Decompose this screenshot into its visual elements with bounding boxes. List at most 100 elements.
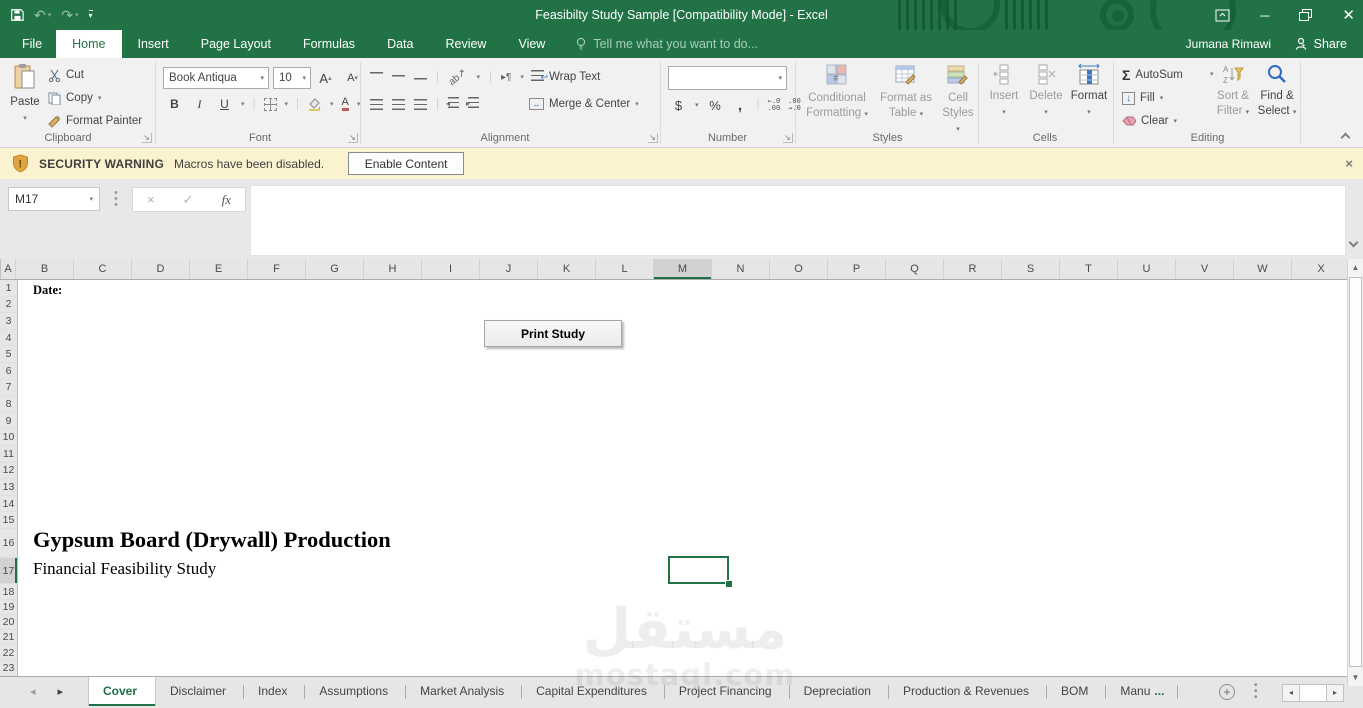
format-painter-button[interactable]: Format Painter [48,111,142,131]
insert-function-icon[interactable]: fx [222,192,231,208]
sort-filter-button[interactable]: AZ Sort & Filter ▾ [1212,63,1254,119]
copy-button[interactable]: Copy ▾ [48,88,101,108]
column-header[interactable]: F [248,259,306,279]
close-icon[interactable]: ✕ [1342,8,1355,23]
sheet-tab[interactable]: Production & Revenues [889,677,1048,706]
column-header[interactable]: N [712,259,770,279]
row-header[interactable]: 8 [0,396,17,413]
vertical-scrollbar[interactable]: ▲ ▼ [1347,259,1363,686]
print-study-button[interactable]: Print Study [484,320,622,347]
cell-styles-button[interactable]: Cell Styles ▾ [939,63,977,136]
sheet-tab[interactable]: Assumptions [305,677,406,706]
sheet-tab[interactable]: Project Financing [665,677,790,706]
row-header[interactable]: 10 [0,429,17,446]
column-header[interactable]: D [132,259,190,279]
align-center-icon[interactable] [392,98,405,110]
align-left-icon[interactable] [370,98,383,110]
accounting-format-icon[interactable]: $ [670,96,687,114]
scroll-up-icon[interactable]: ▲ [1348,259,1363,276]
customize-qat-icon[interactable]: ▾ [88,10,93,20]
column-header[interactable]: X [1292,259,1350,279]
share-button[interactable]: Share [1284,30,1357,58]
next-sheet-icon[interactable]: ▸ [58,685,64,698]
borders-icon[interactable] [263,97,277,111]
font-color-dropdown-icon[interactable]: ▾ [357,100,361,108]
selected-cell-m17[interactable] [668,556,732,587]
column-header[interactable]: C [74,259,132,279]
row-header[interactable]: 19 [0,600,17,615]
column-header[interactable]: V [1176,259,1234,279]
sheet-tab[interactable]: Index [244,677,306,706]
format-cells-button[interactable]: Format ▾ [1069,63,1109,118]
row-header[interactable]: 6 [0,363,17,380]
find-select-button[interactable]: Find & Select ▾ [1256,63,1298,119]
sheet-tab[interactable]: Disclaimer [156,677,245,706]
scroll-right-icon[interactable]: ▸ [1327,685,1343,701]
column-header[interactable]: J [480,259,538,279]
alignment-dialog-launcher[interactable]: ↘ [648,133,658,143]
italic-button[interactable]: I [191,95,208,113]
fill-handle[interactable] [726,581,732,587]
fill-button[interactable]: ↓ Fill ▾ [1122,88,1163,108]
row-header[interactable]: 18 [0,584,17,600]
sheet-tab[interactable]: Manu... [1106,677,1179,706]
undo-icon[interactable]: ↶ ▾ [34,8,51,22]
column-header[interactable]: T [1060,259,1118,279]
column-header[interactable]: W [1234,259,1292,279]
font-size-combo[interactable]: 10 ▾ [273,67,311,89]
row-header[interactable]: 21 [0,630,17,646]
row-header[interactable]: 2 [0,297,17,314]
row-header[interactable]: 14 [0,496,17,513]
text-direction-icon[interactable]: ▸¶ [501,72,511,83]
ribbon-tab[interactable]: Page Layout [185,30,287,58]
row-header[interactable]: 17 [0,558,17,585]
comma-style-icon[interactable]: , [732,96,749,114]
scroll-down-icon[interactable]: ▼ [1348,669,1363,686]
row-header[interactable]: 9 [0,413,17,430]
ribbon-tab[interactable]: Review [429,30,502,58]
accounting-dropdown-icon[interactable]: ▾ [695,101,699,109]
font-name-combo[interactable]: Book Antiqua ▾ [163,67,269,89]
save-icon[interactable] [10,8,24,22]
account-name[interactable]: Jumana Rimawi [1186,30,1271,58]
ribbon-tab[interactable]: Home [56,30,122,58]
insert-cells-button[interactable]: Insert ▾ [985,63,1023,118]
dropdown-icon[interactable]: ▾ [774,74,786,82]
row-header[interactable]: 3 [0,313,17,330]
column-header[interactable]: L [596,259,654,279]
select-all-corner[interactable] [0,259,1,279]
column-header[interactable]: I [422,259,480,279]
confirm-entry-icon[interactable]: ✓ [183,192,194,208]
column-header[interactable]: K [538,259,596,279]
autosum-button[interactable]: Σ AutoSum [1122,65,1183,85]
ribbon-tab[interactable]: View [502,30,561,58]
horizontal-scrollbar[interactable]: ◂ ▸ [1282,684,1344,702]
decrease-indent-icon[interactable]: ◂ [446,97,459,111]
minimize-icon[interactable]: ─ [1260,9,1269,22]
enable-content-button[interactable]: Enable Content [348,152,465,175]
font-color-icon[interactable]: A [341,97,349,111]
merge-center-dropdown-icon[interactable]: ▾ [635,100,639,108]
column-header[interactable]: M [654,259,712,279]
row-header[interactable]: 7 [0,380,17,397]
sheet-grid[interactable] [18,280,1347,676]
ribbon-tab[interactable]: Formulas [287,30,371,58]
column-header[interactable]: A [1,259,16,279]
warning-close-icon[interactable]: × [1345,156,1353,171]
row-header[interactable]: 5 [0,346,17,363]
row-header[interactable]: 11 [0,446,17,463]
name-box[interactable]: M17 ▾ [8,187,100,211]
column-header[interactable]: U [1118,259,1176,279]
orientation-icon[interactable]: ab↗ [447,67,469,88]
column-header[interactable]: E [190,259,248,279]
bold-button[interactable]: B [166,95,183,113]
formula-input[interactable] [250,185,1346,256]
orientation-dropdown-icon[interactable]: ▾ [477,73,481,81]
name-box-dropdown-icon[interactable]: ▾ [89,195,99,203]
underline-button[interactable]: U [216,95,233,113]
scroll-left-icon[interactable]: ◂ [1283,685,1299,701]
format-as-table-button[interactable]: Format as Table ▾ [877,63,935,121]
cancel-entry-icon[interactable]: × [147,192,155,207]
vertical-scroll-thumb[interactable] [1349,277,1362,667]
row-header[interactable]: 15 [0,512,17,529]
